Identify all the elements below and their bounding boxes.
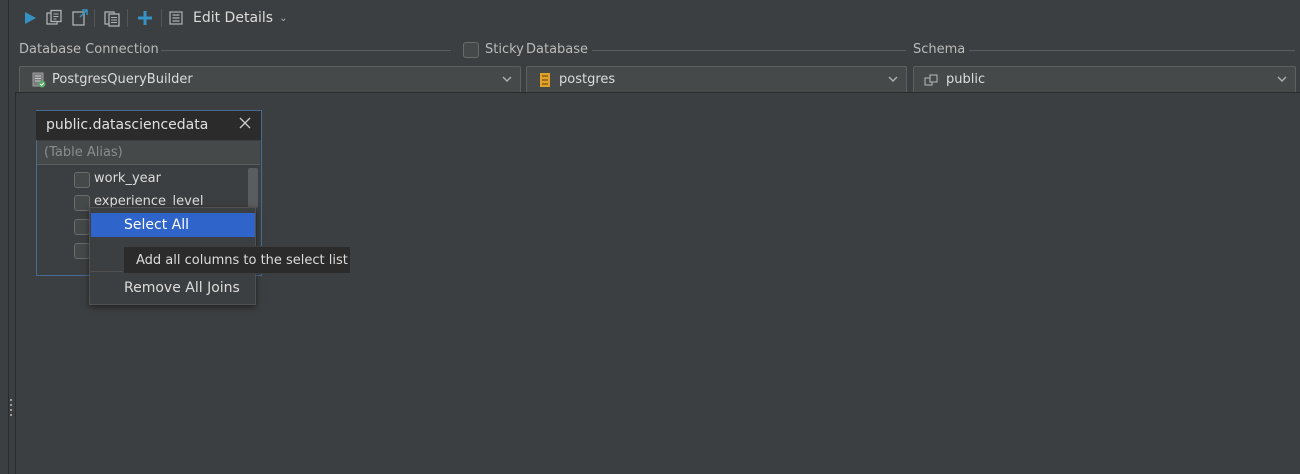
- column-name: work_year: [94, 171, 161, 186]
- database-label: Database: [526, 42, 589, 57]
- column-list-scrollbar[interactable]: [248, 168, 258, 208]
- column-checkbox[interactable]: [74, 219, 90, 235]
- database-connection-label: Database Connection: [19, 42, 159, 57]
- add-icon[interactable]: [134, 5, 156, 31]
- tooltip-text: Add all columns to the select list: [136, 253, 348, 268]
- connection-dropdown[interactable]: PostgresQueryBuilder: [19, 66, 521, 93]
- paste-icon[interactable]: [101, 5, 123, 31]
- details-icon[interactable]: [166, 5, 186, 31]
- schema-value: public: [946, 72, 986, 87]
- database-dropdown[interactable]: postgres: [526, 66, 907, 93]
- chevron-down-icon: [502, 76, 512, 82]
- schema-icon: [924, 73, 938, 86]
- schema-label: Schema: [913, 42, 966, 57]
- table-alias-placeholder: (Table Alias): [44, 145, 123, 160]
- column-row[interactable]: work_year: [74, 169, 234, 191]
- new-query-icon[interactable]: [69, 5, 91, 31]
- connection-value: PostgresQueryBuilder: [52, 72, 193, 87]
- edit-details-label: Edit Details: [193, 10, 274, 26]
- toolbar: Edit Details ⌄: [15, 5, 415, 31]
- edit-details-button[interactable]: Edit Details ⌄: [193, 5, 288, 31]
- run-icon[interactable]: [19, 5, 41, 31]
- table-alias-input[interactable]: (Table Alias): [37, 141, 260, 165]
- column-checkbox[interactable]: [74, 195, 90, 211]
- copy-query-icon[interactable]: [43, 5, 65, 31]
- table-widget-header[interactable]: public.datasciencedata: [36, 111, 261, 140]
- sticky-checkbox[interactable]: [463, 42, 479, 58]
- left-gutter: [0, 0, 9, 474]
- separator-line: [592, 50, 906, 51]
- database-value: postgres: [559, 72, 616, 87]
- column-checkbox[interactable]: [74, 243, 90, 259]
- menu-item-remove-all-joins[interactable]: Remove All Joins: [91, 276, 255, 300]
- menu-item-label: Select All: [124, 217, 189, 233]
- resize-grip[interactable]: [9, 399, 13, 419]
- menu-item-select-all[interactable]: Select All: [91, 213, 255, 237]
- separator-line: [161, 50, 451, 51]
- chevron-down-icon: ⌄: [279, 12, 288, 24]
- database-connection-icon: [32, 72, 46, 87]
- close-icon[interactable]: [239, 117, 251, 129]
- chevron-down-icon: [888, 76, 898, 82]
- tooltip: Add all columns to the select list: [123, 246, 351, 274]
- table-widget-title: public.datasciencedata: [46, 117, 209, 133]
- separator-line: [969, 50, 1295, 51]
- sticky-label: Sticky: [485, 42, 524, 57]
- database-icon: [540, 72, 550, 87]
- column-checkbox[interactable]: [74, 172, 90, 188]
- chevron-down-icon: [1277, 76, 1287, 82]
- menu-item-label: Remove All Joins: [124, 280, 240, 296]
- schema-dropdown[interactable]: public: [913, 66, 1296, 93]
